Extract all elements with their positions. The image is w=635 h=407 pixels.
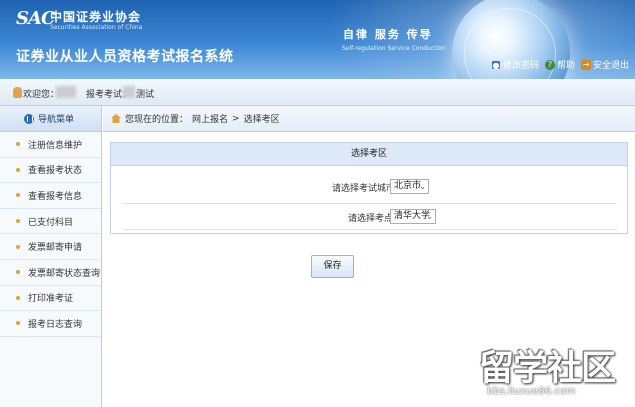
exam-name: 测试 (136, 90, 155, 100)
row-divider (123, 229, 617, 230)
save-button[interactable]: 保存 (311, 255, 354, 278)
breadcrumb-separator: > (232, 113, 240, 124)
bullet-icon (16, 244, 20, 249)
breadcrumb-current: 选择考区 (243, 115, 280, 125)
sidebar-item-label: 报考日志查询 (28, 319, 83, 330)
sidebar-item-exam-info[interactable]: 查看报考信息 (0, 183, 101, 209)
exam-area-form: 选择考区 请选择考试城市 北京市 ⌄ 请选择考点 清华大学 ⌄ (110, 142, 628, 234)
help-link[interactable]: ? 帮助 (544, 58, 575, 71)
sidebar-header: 导航菜单 (0, 106, 101, 132)
lock-icon: ● (490, 59, 501, 70)
city-select-value: 北京市 (394, 181, 422, 191)
association-name: 中国证券业协会 (50, 10, 142, 24)
form-title: 选择考区 (111, 143, 627, 166)
watermark-text: 留学社区 (479, 349, 616, 389)
header-banner: SAC 中国证券业协会 Securities Association of Ch… (0, 0, 635, 79)
bullet-icon (16, 193, 20, 198)
sidebar-item-label: 查看报考信息 (28, 191, 83, 202)
sidebar-item-invoice-status[interactable]: 发票邮寄状态查询 (0, 260, 101, 286)
slogan: 自律 服务 传导 (343, 28, 433, 41)
slogan-en: Self-regulation Service Conduction (342, 45, 446, 52)
bullet-icon (16, 167, 20, 172)
change-password-link[interactable]: ● 修改密码 (490, 58, 539, 71)
sidebar-item-label: 查看报考状态 (28, 166, 83, 177)
help-label: 帮助 (556, 61, 575, 71)
system-title: 证券业从业人员资格考试报名系统 (16, 49, 234, 65)
breadcrumb-online-registration[interactable]: 网上报名 (192, 112, 228, 125)
row-divider (123, 203, 617, 204)
site-label: 请选择考点 (348, 214, 394, 224)
bullet-icon (16, 321, 20, 326)
sidebar-item-invoice-request[interactable]: 发票邮寄申请 (0, 234, 101, 260)
redacted-exam-name (123, 86, 135, 98)
breadcrumb: 您现在的位置： 网上报名 > 选择考区 (103, 106, 635, 132)
help-icon: ? (544, 59, 555, 70)
sac-logo: SAC (16, 8, 55, 29)
bullet-icon (16, 270, 20, 275)
redacted-username (56, 86, 76, 98)
sidebar-item-print-admission[interactable]: 打印准考证 (0, 286, 101, 312)
sidebar-item-exam-log[interactable]: 报考日志查询 (0, 311, 101, 337)
sidebar: 导航菜单 注册信息维护 查看报考状态 查看报考信息 已支付科目 发票邮寄申请 发… (0, 106, 102, 407)
top-links: ● 修改密码 ? 帮助 → 安全退出 (490, 58, 629, 71)
chevron-down-icon: ⌄ (419, 182, 426, 191)
site-select[interactable]: 清华大学 ⌄ (390, 209, 436, 224)
sidebar-item-paid-subjects[interactable]: 已支付科目 (0, 209, 101, 235)
change-password-label: 修改密码 (502, 61, 539, 71)
sidebar-item-register-info[interactable]: 注册信息维护 (0, 132, 101, 158)
user-icon (13, 87, 22, 98)
welcome-label: 欢迎您： (23, 90, 60, 100)
watermark-url: bbs.liuxue86.com (487, 386, 576, 397)
association-name-en: Securities Association of China (50, 24, 143, 31)
sidebar-item-label: 发票邮寄状态查询 (28, 268, 101, 279)
sidebar-item-label: 发票邮寄申请 (28, 243, 83, 254)
city-select[interactable]: 北京市 ⌄ (390, 179, 429, 194)
city-label: 请选择考试城市 (332, 184, 396, 194)
exit-icon: → (580, 59, 591, 70)
sidebar-item-label: 已支付科目 (28, 217, 74, 228)
sidebar-item-label: 注册信息维护 (28, 140, 83, 151)
user-info-bar: 欢迎您： 报考考试： 测试 (0, 79, 635, 106)
home-icon (111, 114, 121, 123)
bullet-icon (16, 295, 20, 300)
logout-link[interactable]: → 安全退出 (580, 58, 629, 71)
sidebar-item-label: 打印准考证 (28, 294, 74, 305)
logout-label: 安全退出 (592, 61, 629, 71)
sidebar-title: 导航菜单 (38, 115, 75, 125)
bullet-icon (16, 219, 20, 224)
sidebar-item-exam-status[interactable]: 查看报考状态 (0, 158, 101, 184)
breadcrumb-prefix: 您现在的位置： (125, 115, 189, 125)
site-select-value: 清华大学 (394, 211, 431, 221)
menu-icon (24, 113, 34, 124)
chevron-down-icon: ⌄ (426, 212, 433, 221)
watermark: 留学社区 bbs.liuxue86.com (475, 340, 635, 407)
bullet-icon (16, 142, 20, 147)
